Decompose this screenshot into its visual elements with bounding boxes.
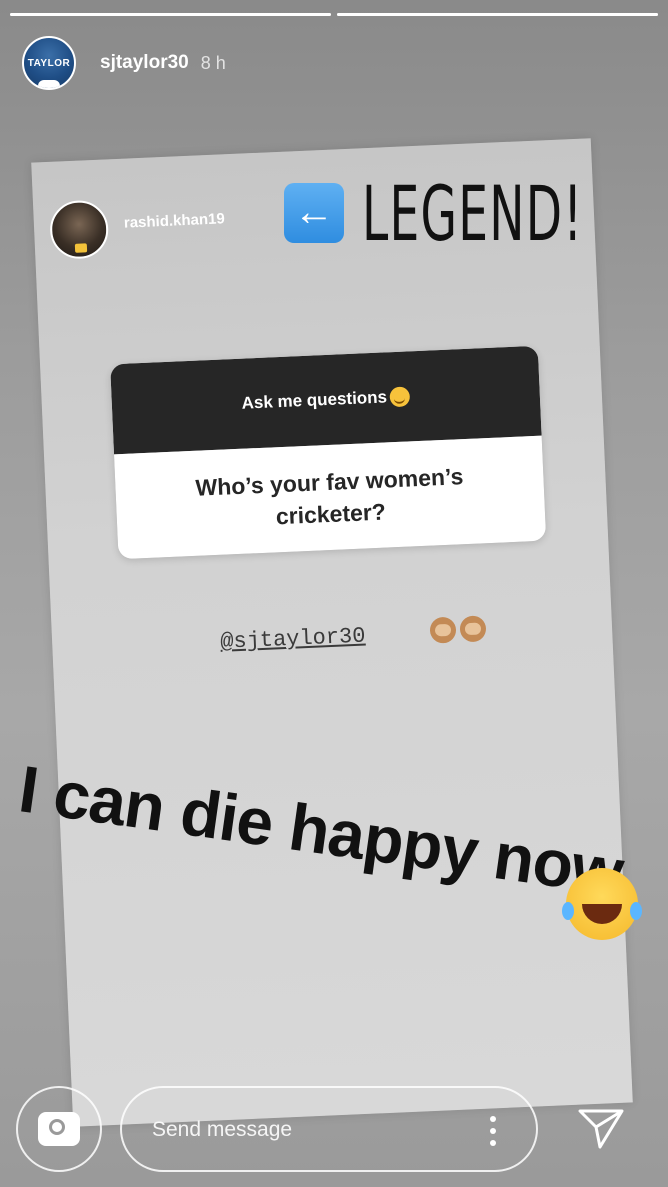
shared-story-card[interactable]: rashid.khan19 Ask me questions Who’s you…	[31, 138, 633, 1127]
question-sticker: Ask me questions Who’s your fav women’s …	[110, 345, 547, 560]
story-progress-segment	[337, 13, 658, 16]
story-progress-segment	[10, 13, 331, 16]
legend-text: LEGEND!	[362, 169, 584, 258]
send-message-field[interactable]	[120, 1086, 538, 1172]
shared-avatar[interactable]	[48, 199, 110, 260]
camera-button[interactable]	[16, 1086, 102, 1172]
tears-of-joy-emoji-icon	[562, 868, 642, 940]
story-header: TAYLOR sjtaylor30 8 h	[22, 36, 226, 90]
question-sticker-title: Ask me questions	[241, 387, 388, 413]
more-vertical-icon[interactable]	[490, 1116, 496, 1146]
story-progress	[10, 13, 658, 16]
smile-emoji-icon	[389, 386, 411, 408]
avatar[interactable]: TAYLOR	[22, 36, 76, 90]
send-direct-icon[interactable]	[576, 1103, 626, 1153]
shared-username[interactable]: rashid.khan19	[124, 210, 226, 231]
left-arrow-icon: ←	[284, 183, 344, 243]
question-text: Who’s your fav women’s cricketer?	[114, 435, 547, 560]
see-no-evil-monkeys	[429, 615, 487, 644]
mention-link[interactable]: @sjtaylor30	[220, 624, 366, 655]
send-message-input[interactable]	[150, 1088, 474, 1172]
see-no-evil-monkey-icon	[459, 615, 487, 643]
camera-icon	[38, 1112, 80, 1146]
see-no-evil-monkey-icon	[429, 616, 457, 644]
avatar-jersey-text: TAYLOR	[27, 58, 71, 69]
story-username[interactable]: sjtaylor30	[100, 52, 189, 74]
story-timeago: 8 h	[200, 52, 226, 73]
